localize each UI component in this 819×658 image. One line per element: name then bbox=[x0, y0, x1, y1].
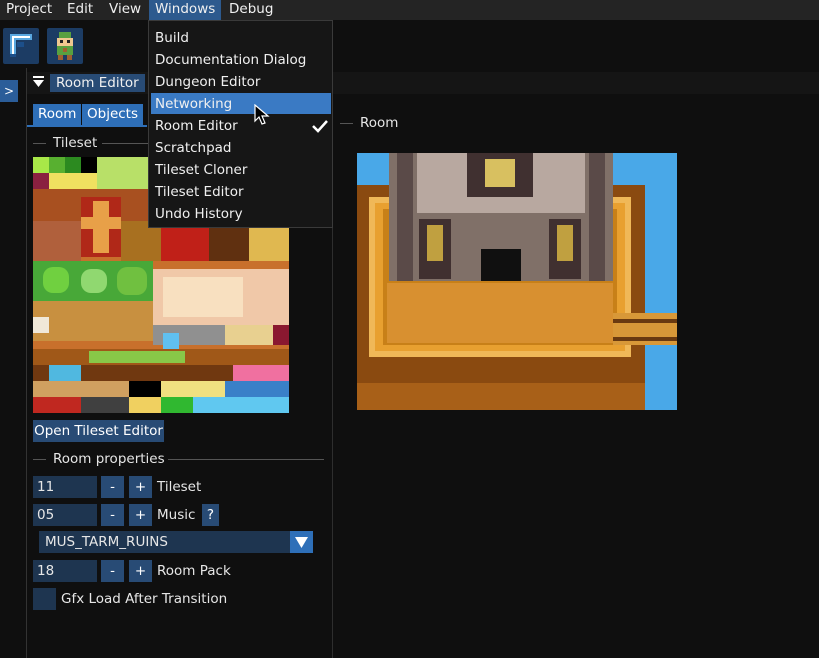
divider bbox=[340, 123, 353, 124]
menu-item-tileset-editor[interactable]: Tileset Editor bbox=[155, 182, 244, 202]
tileset-decrement-button[interactable]: - bbox=[101, 476, 124, 498]
menu-item-networking[interactable]: Networking bbox=[155, 94, 232, 114]
toolbar bbox=[0, 20, 819, 68]
room-section-title: Room bbox=[360, 115, 399, 131]
music-decrement-button[interactable]: - bbox=[101, 504, 124, 526]
window-title[interactable]: Room Editor bbox=[50, 74, 145, 92]
collapse-icon[interactable] bbox=[33, 75, 45, 89]
tileset-section-title: Tileset bbox=[53, 135, 98, 151]
divider bbox=[102, 143, 148, 144]
tab-room[interactable]: Room bbox=[33, 104, 82, 125]
divider bbox=[168, 459, 324, 460]
menu-item-build[interactable]: Build bbox=[155, 28, 189, 48]
sidebar-expand-button[interactable]: > bbox=[0, 80, 18, 102]
gfx-load-label: Gfx Load After Transition bbox=[61, 591, 228, 607]
divider bbox=[33, 459, 46, 460]
checkmark-icon bbox=[312, 120, 328, 133]
music-label: Music bbox=[157, 507, 196, 523]
music-select-value: MUS_TARM_RUINS bbox=[45, 534, 168, 550]
room-pack-increment-button[interactable]: + bbox=[129, 560, 152, 582]
divider bbox=[33, 143, 46, 144]
gfx-load-checkbox[interactable] bbox=[33, 588, 56, 610]
link-sprite-icon bbox=[57, 32, 73, 60]
room-pack-decrement-button[interactable]: - bbox=[101, 560, 124, 582]
menu-bar: Project Edit View Windows Debug bbox=[0, 0, 819, 20]
room-pack-label: Room Pack bbox=[157, 563, 231, 579]
menu-windows[interactable]: Windows bbox=[149, 0, 222, 20]
menu-item-scratchpad[interactable]: Scratchpad bbox=[155, 138, 232, 158]
dropdown-arrow-button[interactable] bbox=[290, 531, 313, 553]
menu-item-room-editor[interactable]: Room Editor bbox=[155, 116, 238, 136]
menu-view[interactable]: View bbox=[103, 0, 147, 20]
menu-edit[interactable]: Edit bbox=[61, 0, 99, 20]
menu-item-undo-history[interactable]: Undo History bbox=[155, 204, 243, 224]
boomerang-icon bbox=[10, 34, 32, 57]
menu-debug[interactable]: Debug bbox=[223, 0, 279, 20]
menu-project[interactable]: Project bbox=[0, 0, 58, 20]
link-sprite-tool-button[interactable] bbox=[47, 28, 83, 64]
window-title-bar bbox=[27, 72, 819, 94]
menu-item-documentation-dialog[interactable]: Documentation Dialog bbox=[155, 50, 306, 70]
room-preview[interactable] bbox=[357, 153, 677, 410]
menu-item-dungeon-editor[interactable]: Dungeon Editor bbox=[155, 72, 260, 92]
room-pack-number-input[interactable]: 18 bbox=[33, 560, 97, 582]
music-number-input[interactable]: 05 bbox=[33, 504, 97, 526]
tileset-label: Tileset bbox=[157, 479, 202, 495]
tab-underline bbox=[27, 125, 147, 127]
tab-objects[interactable]: Objects bbox=[82, 104, 144, 125]
tileset-number-input[interactable]: 11 bbox=[33, 476, 97, 498]
menu-item-tileset-cloner[interactable]: Tileset Cloner bbox=[155, 160, 247, 180]
tileset-increment-button[interactable]: + bbox=[129, 476, 152, 498]
panel-border bbox=[26, 68, 27, 658]
room-properties-section-title: Room properties bbox=[53, 451, 165, 467]
music-help-button[interactable]: ? bbox=[202, 504, 219, 526]
boomerang-tool-button[interactable] bbox=[3, 28, 39, 64]
chevron-down-icon bbox=[295, 537, 308, 548]
mouse-cursor-icon bbox=[254, 104, 270, 125]
open-tileset-editor-button[interactable]: Open Tileset Editor bbox=[33, 420, 164, 442]
music-increment-button[interactable]: + bbox=[129, 504, 152, 526]
